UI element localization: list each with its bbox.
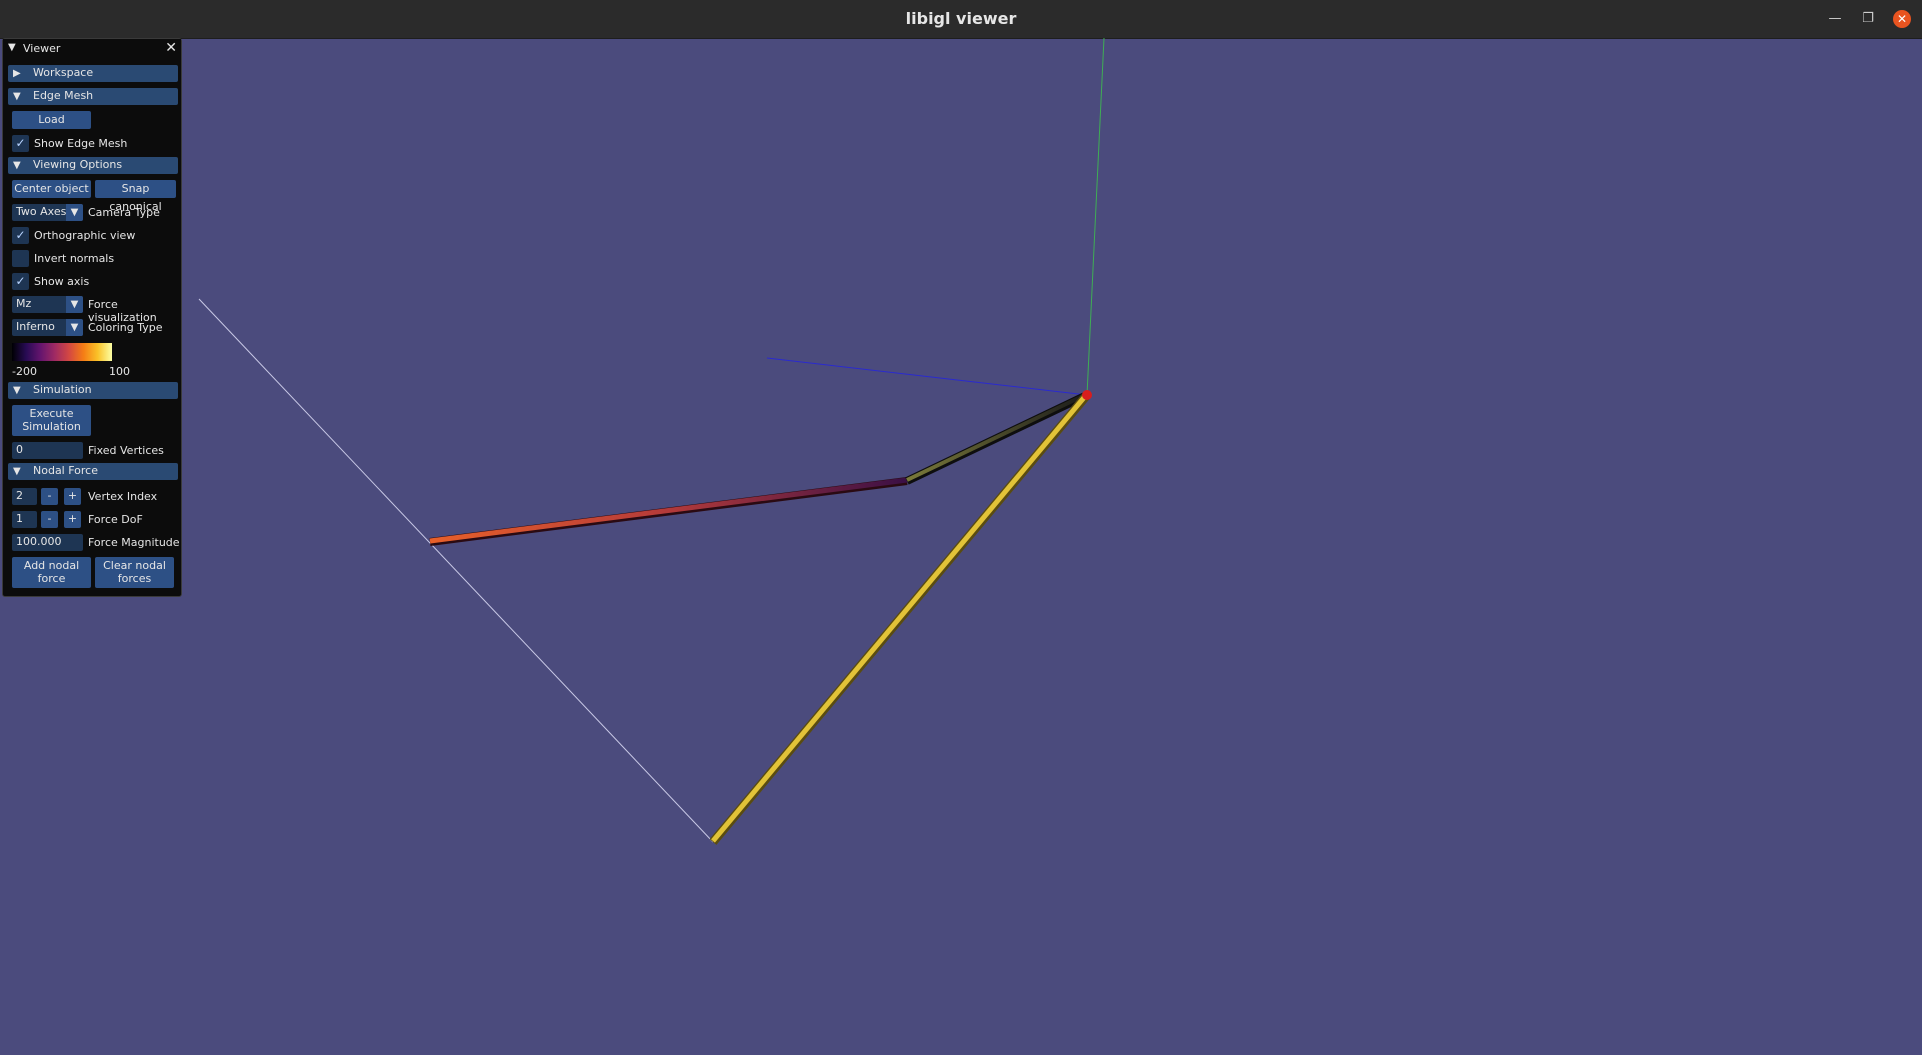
show-edge-mesh-label: Show Edge Mesh [34, 137, 128, 150]
window-title: libigl viewer [905, 9, 1017, 28]
add-nodal-force-label-2: force [37, 572, 66, 585]
collapse-triangle-icon: ▼ [13, 466, 21, 477]
fixed-vertices-input[interactable]: 0 [12, 442, 83, 459]
window-titlebar: libigl viewer — ❐ ✕ [0, 0, 1922, 39]
execute-simulation-button[interactable]: Execute Simulation [12, 405, 91, 436]
colormap-bar [12, 343, 112, 361]
fixed-vertices-label: Fixed Vertices [88, 444, 164, 457]
show-axis-checkbox[interactable]: ✓ [12, 273, 29, 290]
camera-type-label: Camera Type [88, 206, 160, 219]
coloring-type-select[interactable]: Inferno ▼ [12, 319, 83, 336]
force-magnitude-label: Force Magnitude [88, 536, 180, 549]
close-icon[interactable]: ✕ [1893, 10, 1911, 28]
force-vertex-marker[interactable] [1082, 390, 1092, 400]
maximize-icon[interactable]: ❐ [1859, 10, 1877, 28]
vertex-index-label: Vertex Index [88, 490, 158, 503]
add-nodal-force-label-1: Add nodal [23, 559, 80, 572]
force-dof-decrement-button[interactable]: - [41, 511, 58, 528]
collapse-triangle-icon: ▼ [13, 91, 21, 102]
force-visualization-value: Mz [16, 297, 32, 310]
vertex-index-increment-button[interactable]: + [64, 488, 81, 505]
scene-canvas[interactable] [0, 38, 1922, 1055]
execute-simulation-label-1: Execute [29, 407, 74, 420]
colormap-min-label: -200 [12, 365, 37, 378]
coloring-type-value: Inferno [16, 320, 55, 333]
y-axis-line [1086, 38, 1105, 396]
camera-type-value: Two Axes [16, 205, 67, 218]
section-viewing-options[interactable]: ▼ Viewing Options [8, 157, 178, 174]
clear-nodal-forces-button[interactable]: Clear nodal forces [95, 557, 174, 588]
section-viewing-options-label: Viewing Options [33, 158, 123, 171]
section-nodal-force[interactable]: ▼ Nodal Force [8, 463, 178, 480]
chevron-down-icon[interactable]: ▼ [66, 296, 83, 313]
clear-nodal-forces-label-1: Clear nodal [103, 559, 166, 572]
viewer-panel[interactable]: ▼ Viewer ✕ ▶ Workspace ▼ Edge Mesh Load … [2, 38, 182, 597]
section-nodal-force-label: Nodal Force [33, 464, 98, 477]
panel-titlebar[interactable]: ▼ Viewer ✕ [3, 39, 181, 59]
execute-simulation-label-2: Simulation [22, 420, 81, 433]
vertex-index-input[interactable]: 2 [12, 488, 37, 505]
section-workspace[interactable]: ▶ Workspace [8, 65, 178, 82]
force-dof-value: 1 [16, 512, 23, 525]
collapse-triangle-icon: ▼ [13, 160, 21, 171]
x-axis-line [198, 298, 714, 843]
collapse-triangle-icon[interactable]: ▼ [8, 42, 16, 53]
z-axis-line [766, 357, 1088, 396]
show-axis-label: Show axis [34, 275, 90, 288]
section-workspace-label: Workspace [33, 66, 94, 79]
snap-canonical-button[interactable]: Snap canonical [95, 180, 176, 213]
panel-close-icon[interactable]: ✕ [165, 40, 177, 56]
coloring-type-label: Coloring Type [88, 321, 163, 334]
camera-type-select[interactable]: Two Axes ▼ [12, 204, 83, 221]
panel-title: Viewer [23, 42, 61, 55]
force-dof-label: Force DoF [88, 513, 143, 526]
3d-viewport[interactable] [0, 38, 1922, 1055]
colormap-max-label: 100 [109, 365, 130, 378]
section-edge-mesh-label: Edge Mesh [33, 89, 94, 102]
vertex-index-value: 2 [16, 489, 23, 502]
force-magnitude-input[interactable]: 100.000 [12, 534, 83, 551]
vertex-index-decrement-button[interactable]: - [41, 488, 58, 505]
section-edge-mesh[interactable]: ▼ Edge Mesh [8, 88, 178, 105]
edge-a [429, 477, 908, 544]
show-edge-mesh-checkbox[interactable]: ✓ [12, 135, 29, 152]
edge-b [906, 392, 1088, 482]
minimize-icon[interactable]: — [1826, 10, 1844, 28]
add-nodal-force-button[interactable]: Add nodal force [12, 557, 91, 588]
invert-normals-checkbox[interactable] [12, 250, 29, 267]
load-button[interactable]: Load [12, 111, 91, 129]
fixed-vertices-value: 0 [16, 443, 23, 456]
force-dof-input[interactable]: 1 [12, 511, 37, 528]
force-dof-increment-button[interactable]: + [64, 511, 81, 528]
expand-triangle-icon: ▶ [13, 68, 21, 79]
orthographic-label: Orthographic view [34, 229, 136, 242]
chevron-down-icon[interactable]: ▼ [66, 319, 83, 336]
clear-nodal-forces-label-2: forces [117, 572, 152, 585]
chevron-down-icon[interactable]: ▼ [66, 204, 83, 221]
invert-normals-label: Invert normals [34, 252, 115, 265]
force-magnitude-value: 100.000 [16, 535, 62, 548]
section-simulation-label: Simulation [33, 383, 92, 396]
section-simulation[interactable]: ▼ Simulation [8, 382, 178, 399]
orthographic-checkbox[interactable]: ✓ [12, 227, 29, 244]
force-visualization-select[interactable]: Mz ▼ [12, 296, 83, 313]
collapse-triangle-icon: ▼ [13, 385, 21, 396]
center-object-button[interactable]: Center object [12, 180, 91, 198]
edge-c [711, 392, 1089, 843]
